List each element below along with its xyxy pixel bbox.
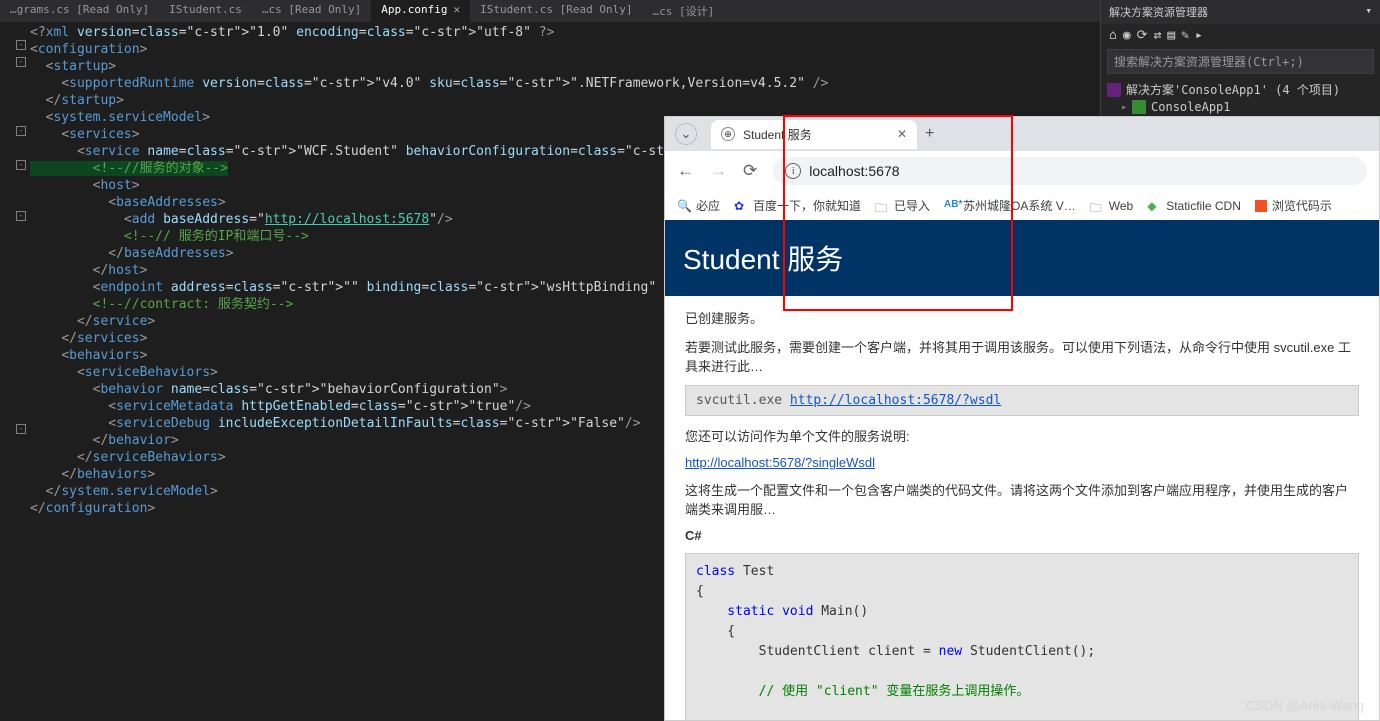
home-icon[interactable]: ⌂ <box>1109 28 1117 43</box>
showall-icon[interactable]: ▤ <box>1167 28 1175 43</box>
page-banner: Student 服务 <box>665 220 1379 296</box>
tree-label: ConsoleApp1 <box>1151 100 1230 114</box>
close-icon[interactable]: ✕ <box>897 127 907 141</box>
baidu-icon: ✿ <box>734 199 748 213</box>
bookmark[interactable]: AB* 苏州城隆OA系统 V… <box>944 197 1076 214</box>
tab-label: App.config <box>381 3 447 16</box>
watermark: CSDN @Ares-Wang <box>1246 698 1364 713</box>
folder-icon: 🗀 <box>1090 199 1104 213</box>
refresh-icon[interactable]: ⟳ <box>1137 28 1148 43</box>
tab[interactable]: …cs [Read Only] <box>252 0 371 22</box>
tab-search-button[interactable]: ⌄ <box>675 123 697 145</box>
tab[interactable]: IStudent.cs [Read Only] <box>470 0 642 22</box>
bookmark-label: 必应 <box>696 197 720 214</box>
browser-content: Student 服务 已创建服务。 若要测试此服务，需要创建一个客户端，并将其用… <box>665 220 1379 720</box>
panel-title: 解决方案资源管理器 ▾ <box>1101 0 1380 24</box>
editor-tabs: …grams.cs [Read Only] IStudent.cs …cs [R… <box>0 0 1100 22</box>
fold-icon[interactable]: - <box>16 40 26 50</box>
bookmark[interactable]: ◆ Staticfile CDN <box>1147 199 1241 213</box>
browser-tab-title: Student 服务 <box>743 126 889 143</box>
browser-tab[interactable]: ⊕ Student 服务 ✕ <box>711 120 917 149</box>
fold-icon[interactable]: - <box>16 424 26 434</box>
tab-active[interactable]: App.config ✕ <box>371 0 470 22</box>
command-box: svcutil.exe http://localhost:5678/?wsdl <box>685 385 1359 416</box>
panel-title-text: 解决方案资源管理器 <box>1109 4 1208 20</box>
bookmark-bar: 🔍必应 ✿百度一下，你就知道 🗀已导入 AB*苏州城隆OA系统 V… 🗀Web … <box>665 191 1379 220</box>
sync-icon[interactable]: ⇄ <box>1154 28 1162 43</box>
wsdl-link[interactable]: http://localhost:5678/?wsdl <box>790 393 1001 408</box>
back-button[interactable]: ← <box>677 161 694 181</box>
bookmark[interactable]: 🔍 必应 <box>677 197 720 214</box>
fold-icon[interactable]: - <box>16 126 26 136</box>
tree-label: 解决方案'ConsoleApp1' (4 个项目) <box>1126 81 1340 98</box>
text: 这将生成一个配置文件和一个包含客户端类的代码文件。请将这两个文件添加到客户端应用… <box>685 480 1359 518</box>
properties-icon[interactable]: ✎ <box>1181 28 1189 43</box>
panel-menu-icon[interactable]: ▾ <box>1365 4 1372 20</box>
tab[interactable]: IStudent.cs <box>159 0 252 22</box>
fold-icon[interactable]: - <box>16 160 26 170</box>
chevron-right-icon: ▸ <box>1121 102 1127 113</box>
tree-row[interactable]: ▸ ConsoleApp1 <box>1107 99 1374 115</box>
csproj-icon <box>1132 100 1146 114</box>
tab[interactable]: …grams.cs [Read Only] <box>0 0 159 22</box>
browser-window: ⌄ ⊕ Student 服务 ✕ + ← → ⟳ i localhost:567… <box>664 116 1380 721</box>
bookmark-label: Web <box>1109 199 1133 213</box>
url-text: localhost:5678 <box>809 163 899 179</box>
bookmark[interactable]: 浏览代码示 <box>1255 197 1332 214</box>
bookmark[interactable]: ✿ 百度一下，你就知道 <box>734 197 861 214</box>
tree-row[interactable]: 解决方案'ConsoleApp1' (4 个项目) <box>1107 80 1374 99</box>
toggle-icon[interactable]: ◉ <box>1123 28 1131 43</box>
shield-icon: ◆ <box>1147 199 1161 213</box>
fold-icon[interactable]: - <box>16 211 26 221</box>
gutter: - - - - - - <box>0 22 28 721</box>
csharp-code: class Test { static void Main() { Studen… <box>685 553 1359 720</box>
refresh-button[interactable]: ⟳ <box>743 161 757 181</box>
site-info-icon[interactable]: i <box>785 163 801 179</box>
lang-label: C# <box>685 528 1359 543</box>
text: 您还可以访问作为单个文件的服务说明: <box>685 426 1359 445</box>
forward-button[interactable]: → <box>710 161 727 181</box>
solution-icon <box>1107 83 1121 97</box>
tab[interactable]: …cs [设计] <box>642 0 724 22</box>
text: 若要测试此服务，需要创建一个客户端，并将其用于调用该服务。可以使用下列语法，从命… <box>685 337 1359 375</box>
address-bar-row: ← → ⟳ i localhost:5678 <box>665 151 1379 191</box>
folder-icon: 🗀 <box>875 199 889 213</box>
favicon-icon: ⊕ <box>721 127 735 141</box>
bookmark-label: 苏州城隆OA系统 V… <box>963 197 1076 214</box>
search-icon: 🔍 <box>677 199 691 213</box>
ms-icon <box>1255 200 1267 212</box>
address-bar[interactable]: i localhost:5678 <box>773 157 1367 185</box>
bookmark[interactable]: 🗀 Web <box>1090 199 1133 213</box>
collapse-icon[interactable]: ▸ <box>1195 28 1203 43</box>
bookmark-label: Staticfile CDN <box>1166 199 1241 213</box>
text: 已创建服务。 <box>685 308 1359 327</box>
new-tab-button[interactable]: + <box>925 125 934 143</box>
fold-icon[interactable]: - <box>16 57 26 67</box>
browser-tabbar: ⌄ ⊕ Student 服务 ✕ + <box>665 117 1379 151</box>
page-body: 已创建服务。 若要测试此服务，需要创建一个客户端，并将其用于调用该服务。可以使用… <box>665 296 1379 720</box>
toolbar: ⌂ ◉ ⟳ ⇄ ▤ ✎ ▸ <box>1101 24 1380 47</box>
bookmark-label: 浏览代码示 <box>1272 197 1332 214</box>
close-icon[interactable]: ✕ <box>454 3 461 16</box>
abf-icon: AB* <box>944 199 958 213</box>
bookmark[interactable]: 🗀 已导入 <box>875 197 930 214</box>
bookmark-label: 百度一下，你就知道 <box>753 197 861 214</box>
singlewsdl-link[interactable]: http://localhost:5678/?singleWsdl <box>685 455 875 470</box>
lang-label-text: C# <box>685 528 702 543</box>
cmd-text: svcutil.exe <box>696 393 790 408</box>
search-input[interactable]: 搜索解决方案资源管理器(Ctrl+;) <box>1107 49 1374 74</box>
bookmark-label: 已导入 <box>894 197 930 214</box>
